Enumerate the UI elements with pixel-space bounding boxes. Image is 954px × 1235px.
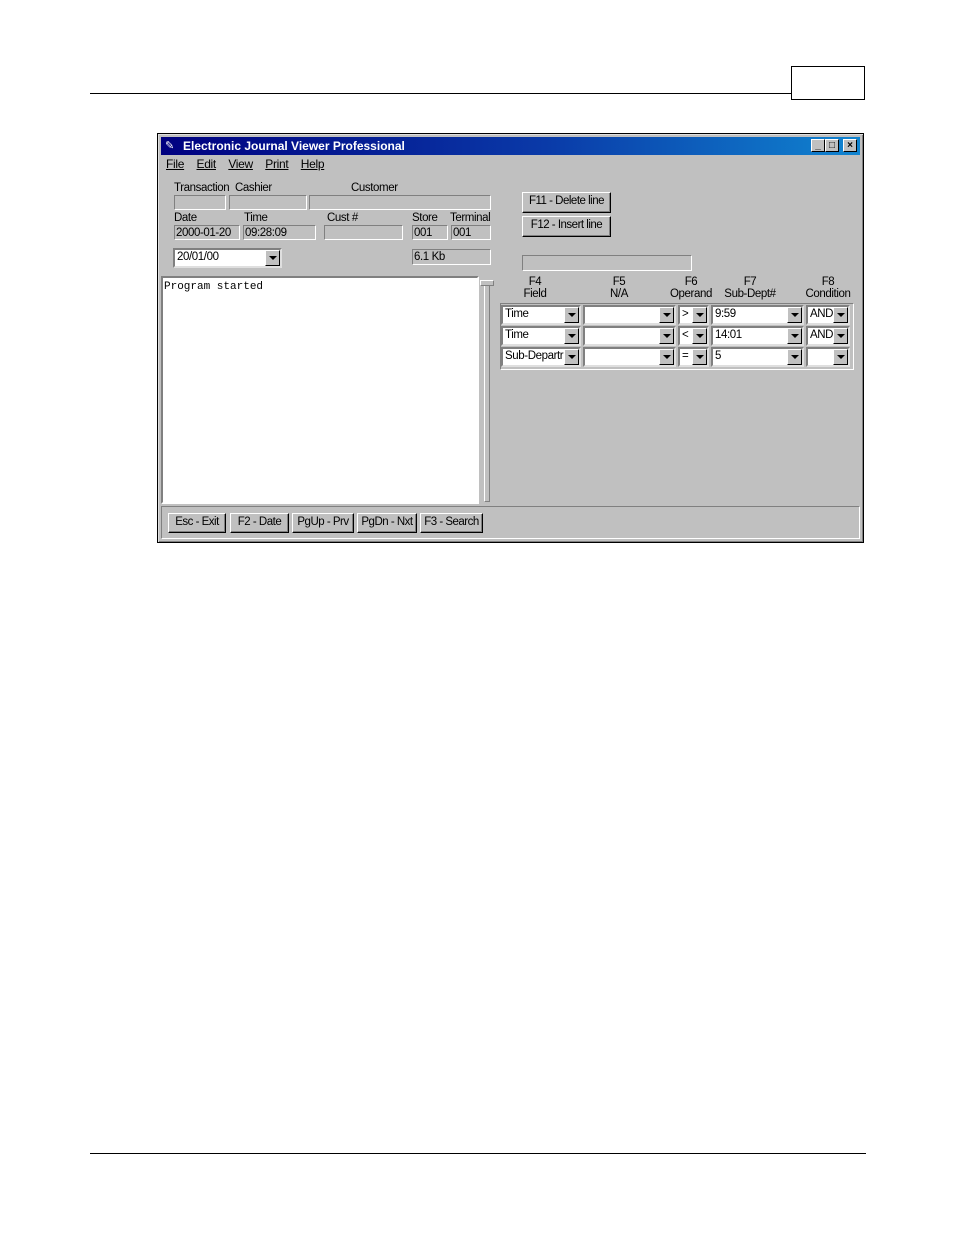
row1-operand-select[interactable]: > [678, 305, 709, 325]
store-label: Store [412, 212, 438, 224]
journal-size: 6.1 Kb [412, 249, 491, 265]
splitter-handle[interactable] [484, 280, 490, 502]
page-number-box [791, 66, 865, 100]
date-field: 2000-01-20 [174, 225, 240, 240]
chevron-down-icon[interactable] [692, 349, 707, 365]
exit-button[interactable]: Esc - Exit [168, 513, 226, 533]
page-down-button[interactable]: PgDn - Nxt [357, 513, 417, 533]
transaction-field [174, 195, 226, 210]
date-label: Date [174, 212, 197, 224]
app-window: ✎ Electronic Journal Viewer Professional… [157, 133, 864, 543]
cust-no-label: Cust # [327, 212, 358, 224]
row1-na-select[interactable] [583, 305, 676, 325]
cashier-field [229, 195, 307, 210]
menu-print[interactable]: Print [265, 157, 288, 171]
menu-bar: File Edit View Print Help [166, 157, 333, 175]
chevron-down-icon[interactable] [659, 328, 674, 344]
chevron-down-icon[interactable] [692, 328, 707, 344]
chevron-down-icon[interactable] [833, 328, 848, 344]
minimize-icon: _ [815, 140, 821, 151]
chevron-down-icon[interactable] [564, 349, 579, 365]
chevron-down-icon[interactable] [787, 328, 802, 344]
row2-value-select[interactable]: 14:01 [711, 326, 804, 346]
progress-bar [522, 255, 692, 271]
customer-label: Customer [351, 182, 398, 194]
chevron-down-icon[interactable] [833, 307, 848, 323]
col-header-f4: F4 Field [523, 276, 547, 300]
chevron-down-icon[interactable] [265, 250, 280, 266]
maximize-button[interactable]: □ [825, 139, 839, 152]
date-button[interactable]: F2 - Date [230, 513, 289, 533]
close-button[interactable]: × [843, 139, 857, 152]
row3-condition-select[interactable] [806, 347, 850, 367]
menu-edit[interactable]: Edit [196, 157, 216, 171]
window-title: Electronic Journal Viewer Professional [183, 139, 405, 153]
row3-operand-select[interactable]: = [678, 347, 709, 367]
row3-field-select[interactable]: Sub-Departr [501, 347, 581, 367]
chevron-down-icon[interactable] [659, 307, 674, 323]
menu-file[interactable]: File [166, 157, 184, 171]
terminal-label: Terminal [450, 212, 491, 224]
chevron-down-icon[interactable] [692, 307, 707, 323]
page-up-button[interactable]: PgUp - Prv [292, 513, 354, 533]
cashier-label: Cashier [235, 182, 272, 194]
row2-operand-select[interactable]: < [678, 326, 709, 346]
terminal-field: 001 [451, 225, 491, 240]
menu-view[interactable]: View [228, 157, 253, 171]
title-bar[interactable]: ✎ Electronic Journal Viewer Professional… [161, 137, 860, 155]
row1-condition-select[interactable]: AND [806, 305, 850, 325]
col-header-f7: F7 Sub-Dept# [724, 276, 776, 300]
row2-na-select[interactable] [583, 326, 676, 346]
row3-value-select[interactable]: 5 [711, 347, 804, 367]
row1-value-select[interactable]: 9:59 [711, 305, 804, 325]
store-field: 001 [412, 225, 448, 240]
maximize-icon: □ [828, 140, 836, 151]
log-text: Program started [164, 281, 264, 293]
time-label: Time [244, 212, 268, 224]
menu-help[interactable]: Help [301, 157, 325, 171]
chevron-down-icon[interactable] [787, 349, 802, 365]
splitter-knob[interactable] [480, 280, 494, 286]
chevron-down-icon[interactable] [833, 349, 848, 365]
search-button[interactable]: F3 - Search [420, 513, 483, 533]
chevron-down-icon[interactable] [787, 307, 802, 323]
row3-na-select[interactable] [583, 347, 676, 367]
row1-field-select[interactable]: Time [501, 305, 581, 325]
col-header-f5: F5 N/A [610, 276, 628, 300]
date-select[interactable]: 20/01/00 [173, 248, 282, 268]
customer-field [309, 195, 491, 210]
page-footer-rule [90, 1153, 866, 1154]
minimize-button[interactable]: _ [811, 139, 825, 152]
col-header-f6: F6 Operand [670, 276, 712, 300]
chevron-down-icon[interactable] [564, 307, 579, 323]
chevron-down-icon[interactable] [564, 328, 579, 344]
cust-no-field [324, 225, 403, 240]
transaction-label: Transaction [174, 182, 230, 194]
insert-line-button[interactable]: F12 - Insert line [522, 216, 611, 237]
app-icon: ✎ [165, 140, 175, 152]
time-field: 09:28:09 [243, 225, 316, 240]
col-header-f8: F8 Condition [805, 276, 851, 300]
journal-log[interactable]: Program started [161, 276, 479, 504]
page-header-rule [90, 93, 792, 94]
delete-line-button[interactable]: F11 - Delete line [522, 192, 611, 213]
chevron-down-icon[interactable] [659, 349, 674, 365]
row2-condition-select[interactable]: AND [806, 326, 850, 346]
close-icon: × [847, 140, 853, 151]
row2-field-select[interactable]: Time [501, 326, 581, 346]
